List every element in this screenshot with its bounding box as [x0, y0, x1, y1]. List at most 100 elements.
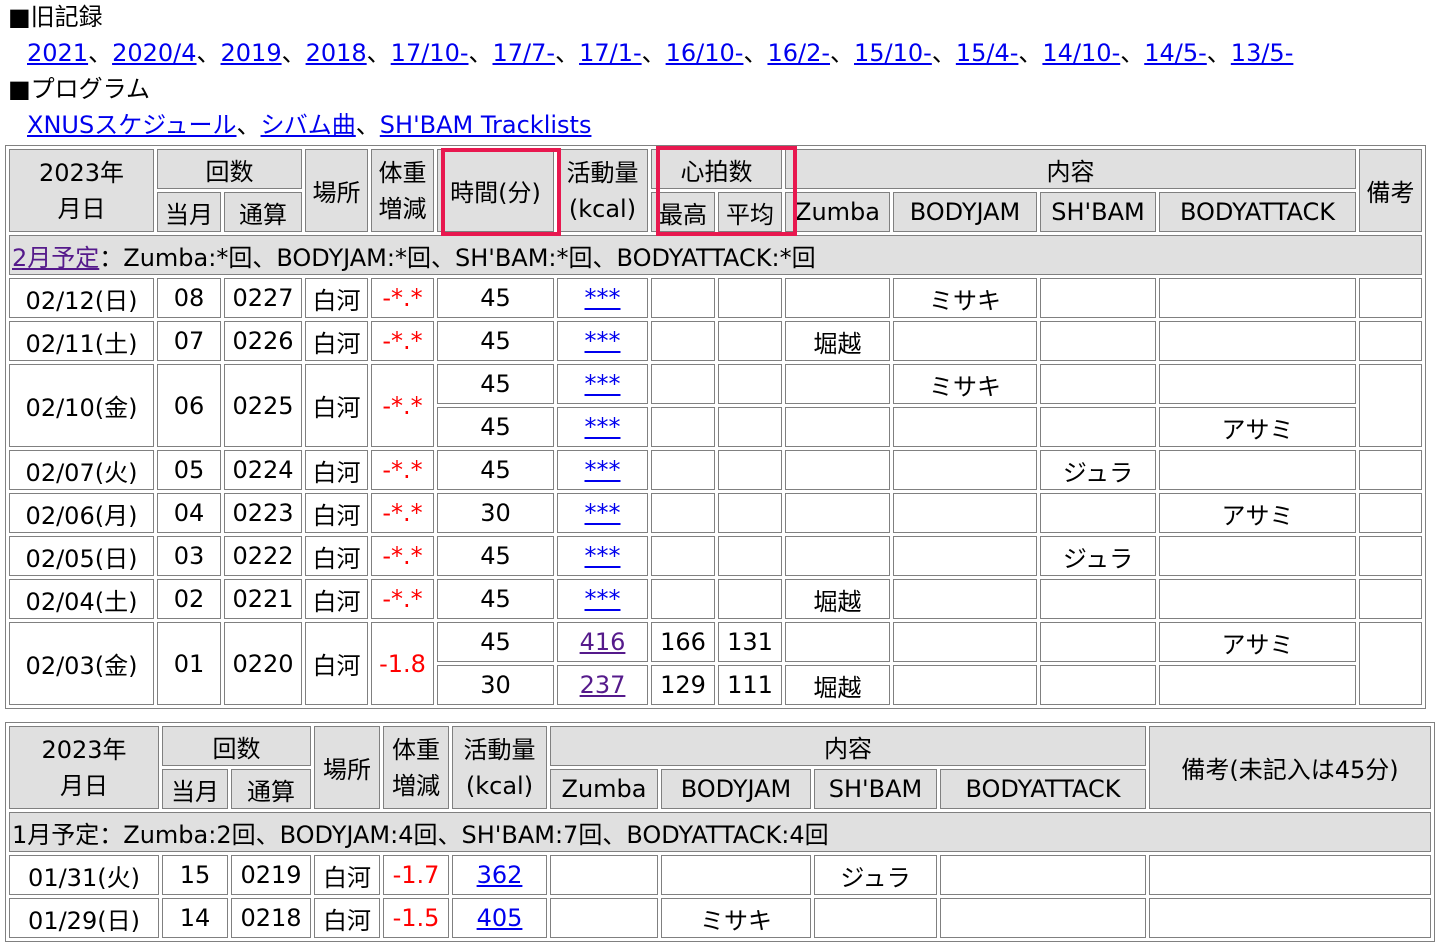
kcal-link[interactable]: *** [585, 413, 621, 441]
kcal-link[interactable]: *** [585, 585, 621, 613]
hr-avg-cell [718, 278, 782, 318]
zumba-cell [550, 898, 658, 938]
february-plan-link[interactable]: 2月予定 [12, 244, 99, 272]
shbam-cell [1040, 364, 1156, 404]
bodyattack-cell [1159, 364, 1356, 404]
shbam-cell [1040, 665, 1156, 705]
program-link[interactable]: SH'BAM Tracklists [380, 111, 592, 139]
kcal-link[interactable]: 416 [580, 628, 626, 656]
hr-max-cell [651, 278, 715, 318]
notes-cell [1359, 536, 1422, 576]
month-count-cell: 04 [157, 493, 221, 533]
link-separator: 、 [366, 39, 391, 67]
date-cell: 02/03(金) [9, 622, 154, 705]
kcal-link[interactable]: *** [585, 499, 621, 527]
bodyattack-cell [1159, 321, 1356, 361]
header-notes: 備考 [1359, 149, 1422, 232]
hr-max-cell [651, 493, 715, 533]
old-records-link[interactable]: 2020/4 [112, 39, 196, 67]
kcal-link[interactable]: *** [585, 542, 621, 570]
month-count-cell: 07 [157, 321, 221, 361]
zumba-cell [785, 493, 890, 533]
place-cell: 白河 [305, 278, 368, 318]
program-link[interactable]: シバム曲 [261, 111, 356, 139]
link-separator: 、 [830, 39, 855, 67]
old-records-link[interactable]: 15/4- [956, 39, 1019, 67]
shbam-cell [1040, 321, 1156, 361]
kcal-link[interactable]: *** [585, 327, 621, 355]
old-records-link[interactable]: 2018 [306, 39, 367, 67]
old-records-link[interactable]: 17/7- [493, 39, 556, 67]
kcal-link[interactable]: 362 [477, 861, 523, 889]
link-separator: 、 [355, 111, 380, 139]
total-count-cell: 0219 [231, 855, 311, 895]
kcal-link[interactable]: *** [585, 370, 621, 398]
header-shbam: SH'BAM [1040, 192, 1156, 232]
hr-avg-cell [718, 450, 782, 490]
time-cell: 45 [437, 278, 554, 318]
weight-change-cell: -*.* [371, 450, 434, 490]
february-log-table: 2023年 月日 回数 場所 体重 増減 時間(分) 活動量 (kcal) 心拍数 内… [5, 145, 1426, 709]
date-cell: 01/31(火) [9, 855, 159, 895]
bodyjam-cell [893, 665, 1037, 705]
link-separator: 、 [1120, 39, 1145, 67]
old-records-link[interactable]: 14/10- [1042, 39, 1120, 67]
total-count-cell: 0220 [224, 622, 302, 705]
zumba-cell [785, 278, 890, 318]
notes-cell [1359, 579, 1422, 619]
date-cell: 02/04(土) [9, 579, 154, 619]
program-link[interactable]: XNUSスケジュール [27, 111, 237, 139]
table-row: 02/10(金) 06 0225 白河 -*.* 45 *** ミサキ [9, 364, 1422, 447]
bodyattack-cell [1159, 536, 1356, 576]
old-records-link[interactable]: 15/10- [854, 39, 932, 67]
bodyjam-cell: ミサキ [893, 364, 1037, 404]
bodyattack-cell [1159, 450, 1356, 490]
header-month-count: 当月 [157, 192, 221, 232]
place-cell: 白河 [314, 898, 380, 938]
bodyjam-cell [893, 622, 1037, 662]
weight-change-cell: -*.* [371, 493, 434, 533]
weight-change-cell: -*.* [371, 579, 434, 619]
old-records-link[interactable]: 17/1- [579, 39, 642, 67]
bodyjam-cell [893, 579, 1037, 619]
jan-header-weight: 体重 増減 [383, 726, 449, 809]
header-hr-max: 最高 [651, 192, 715, 232]
kcal-link[interactable]: 237 [580, 671, 626, 699]
hr-avg-cell [718, 536, 782, 576]
hr-max-cell: 129 [651, 665, 715, 705]
month-count-cell: 02 [157, 579, 221, 619]
old-records-link[interactable]: 13/5- [1231, 39, 1294, 67]
weight-change-cell: -1.5 [383, 898, 449, 938]
date-cell: 02/11(土) [9, 321, 154, 361]
bodyattack-cell [940, 855, 1146, 895]
time-cell: 45 [437, 407, 554, 447]
hr-avg-cell [718, 407, 782, 447]
kcal-link[interactable]: *** [585, 456, 621, 484]
weight-change-cell: -1.7 [383, 855, 449, 895]
jan-header-total-count: 通算 [231, 769, 311, 809]
kcal-cell: 405 [452, 898, 547, 938]
jan-header-activity: 活動量 (kcal) [452, 726, 547, 809]
old-records-link[interactable]: 16/2- [767, 39, 830, 67]
kcal-cell: 362 [452, 855, 547, 895]
header-year-date: 2023年 月日 [9, 149, 154, 232]
shbam-cell [1040, 493, 1156, 533]
kcal-link[interactable]: *** [585, 284, 621, 312]
hr-max-cell [651, 579, 715, 619]
shbam-cell [1040, 579, 1156, 619]
notes-cell [1149, 898, 1431, 938]
kcal-link[interactable]: 405 [477, 904, 523, 932]
old-records-link[interactable]: 16/10- [666, 39, 744, 67]
program-links: XNUSスケジュール、シバム曲、SH'BAM Tracklists [27, 110, 591, 140]
old-records-link[interactable]: 2019 [221, 39, 282, 67]
table-row: 02/04(土) 02 0221 白河 -*.* 45 *** 堀越 [9, 579, 1422, 619]
jan-header-month-count: 当月 [162, 769, 228, 809]
old-records-links: 2021、2020/4、2019、2018、17/10-、17/7-、17/1-… [27, 38, 1293, 68]
total-count-cell: 0218 [231, 898, 311, 938]
time-cell: 45 [437, 321, 554, 361]
old-records-link[interactable]: 2021 [27, 39, 88, 67]
bodyattack-cell [1159, 579, 1356, 619]
old-records-link[interactable]: 14/5- [1144, 39, 1207, 67]
notes-cell [1149, 855, 1431, 895]
old-records-link[interactable]: 17/10- [391, 39, 469, 67]
